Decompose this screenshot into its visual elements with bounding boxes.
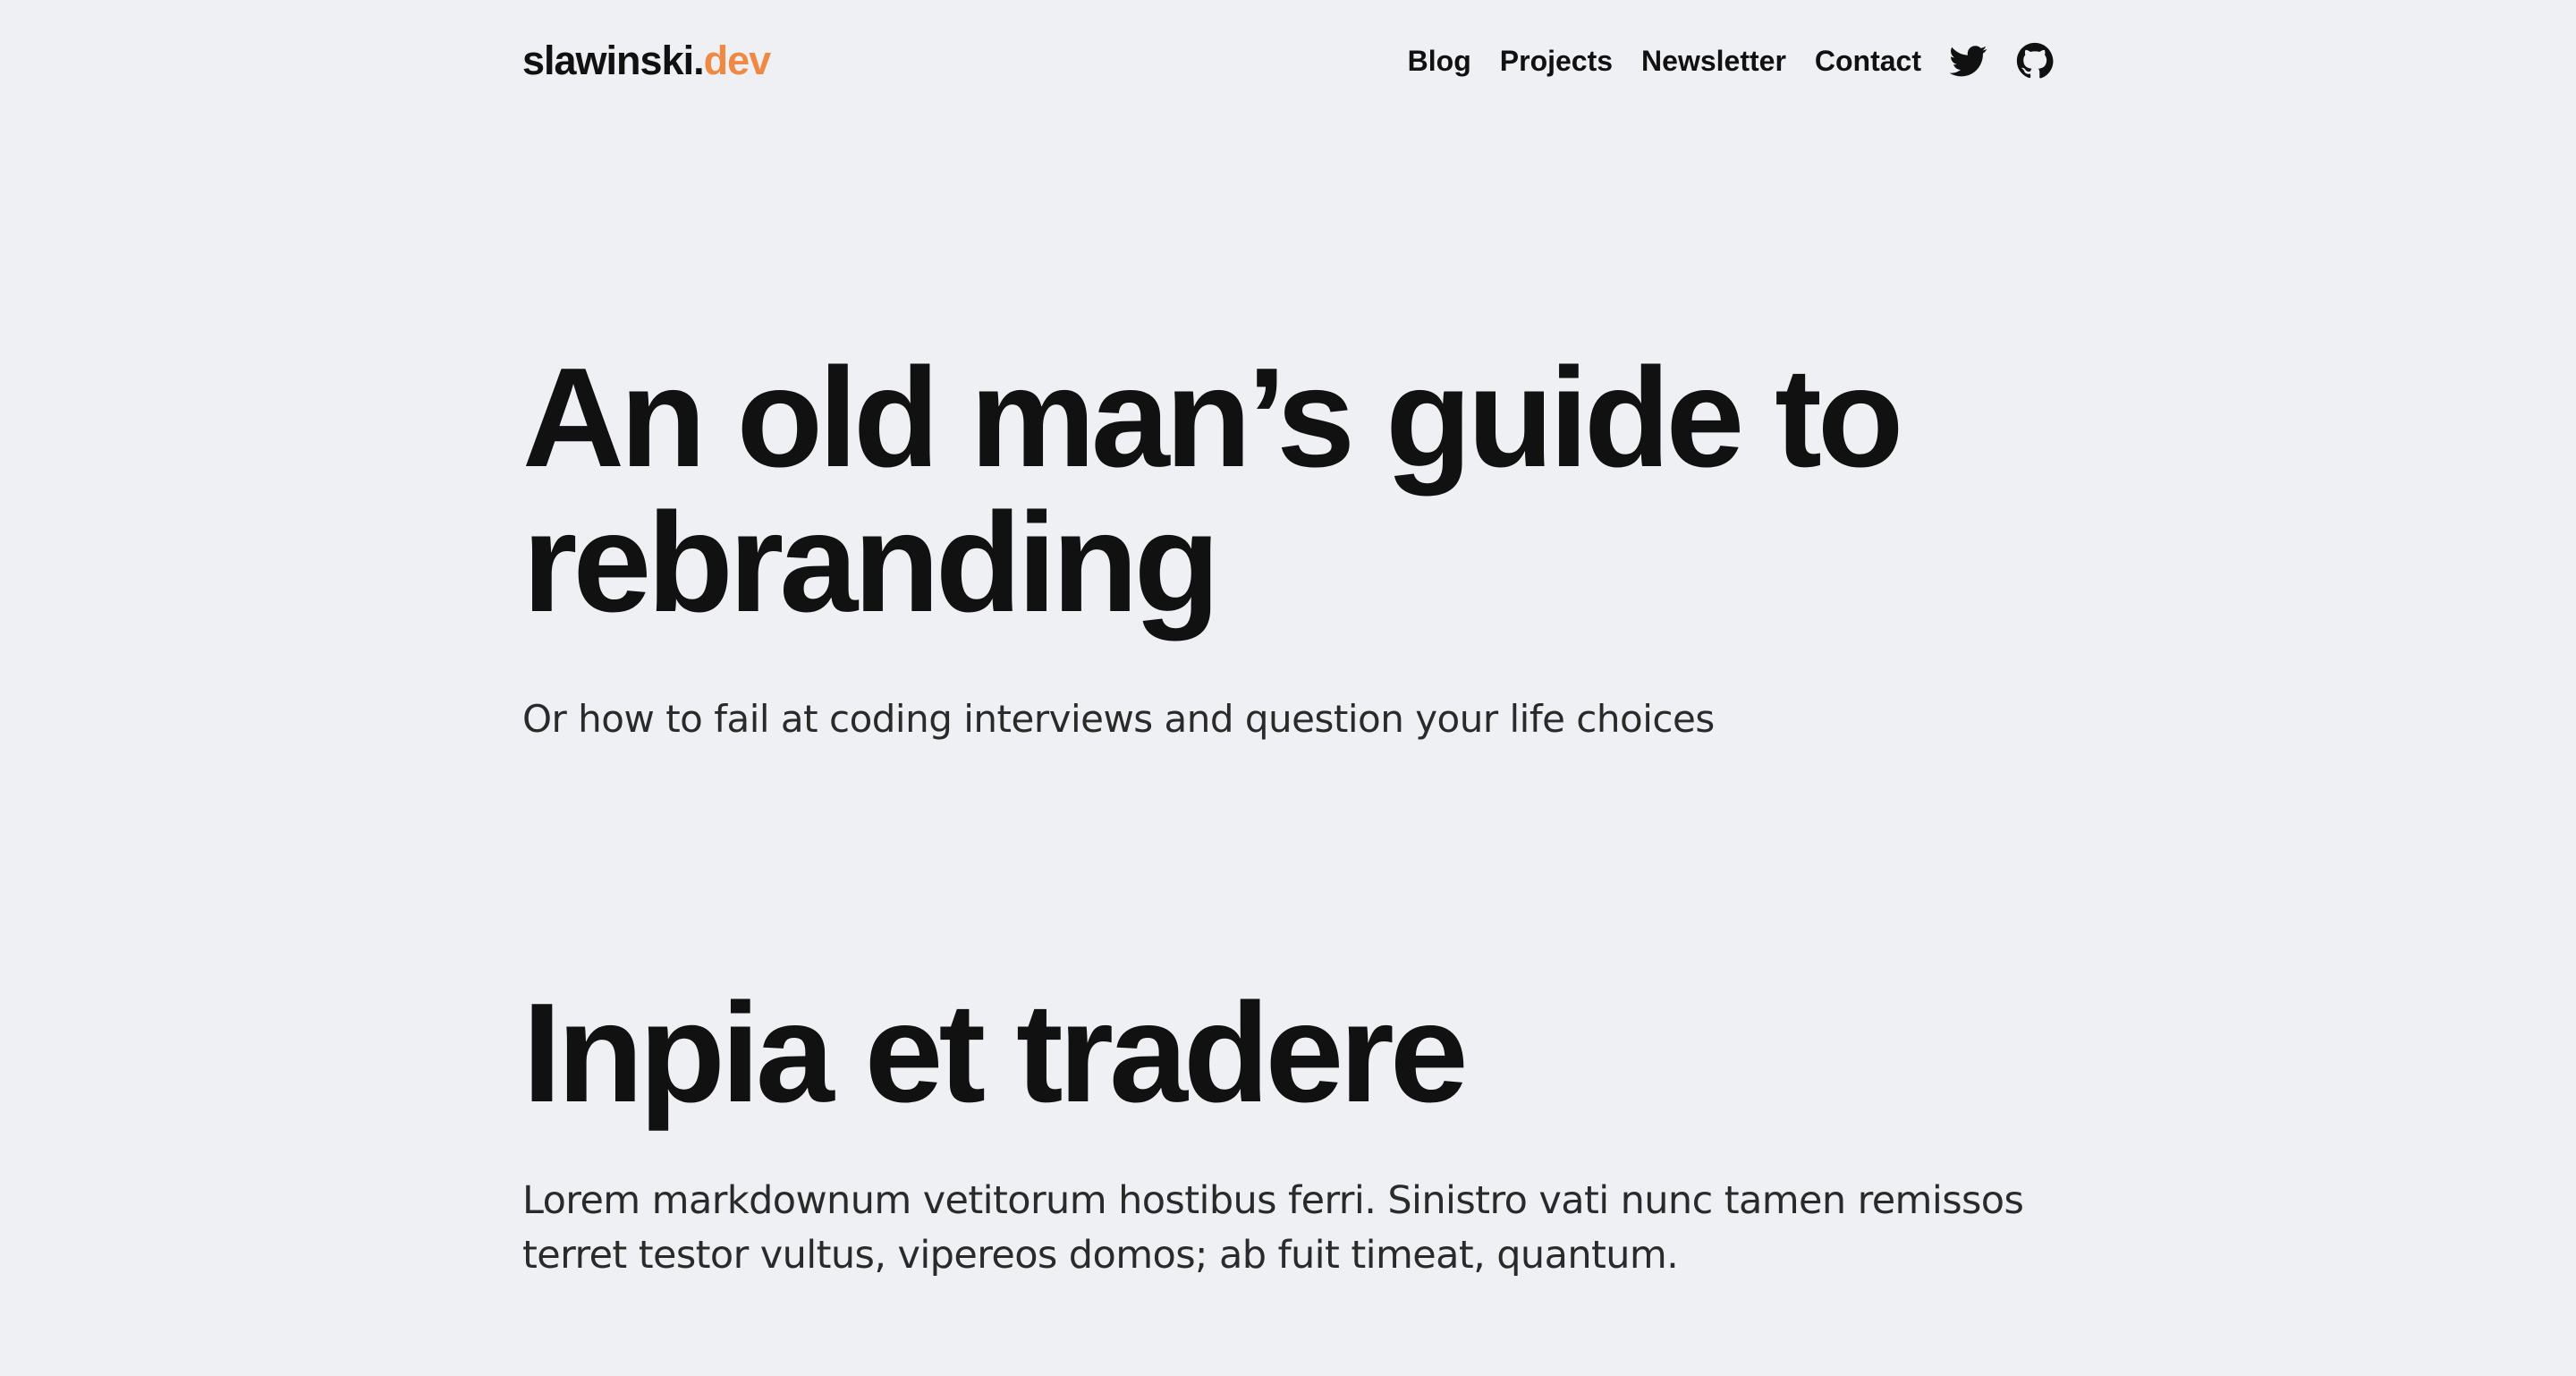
site-logo[interactable]: slawinski.dev xyxy=(522,38,772,84)
article-paragraph: Lorem markdownum vetitorum hostibus ferr… xyxy=(522,1178,2024,1278)
logo-name: slawinski. xyxy=(522,38,705,83)
section-heading: Inpia et tradere xyxy=(522,974,1469,1132)
twitter-link[interactable] xyxy=(1950,42,1987,80)
nav-link-blog[interactable]: Blog xyxy=(1408,45,1471,78)
nav-link-newsletter[interactable]: Newsletter xyxy=(1641,45,1786,78)
site-header: slawinski.dev Blog Projects Newsletter C… xyxy=(522,34,2054,88)
nav-link-projects[interactable]: Projects xyxy=(1500,45,1613,78)
twitter-icon xyxy=(1950,46,1987,77)
github-icon xyxy=(2016,42,2054,79)
article-subtitle: Or how to fail at coding interviews and … xyxy=(522,697,1715,741)
github-link[interactable] xyxy=(2016,42,2054,80)
main-nav: Blog Projects Newsletter Contact xyxy=(1408,34,2054,88)
article-title: An old man’s guide to rebranding xyxy=(522,339,1903,641)
logo-tld: dev xyxy=(703,38,772,83)
nav-link-contact[interactable]: Contact xyxy=(1815,45,1921,78)
